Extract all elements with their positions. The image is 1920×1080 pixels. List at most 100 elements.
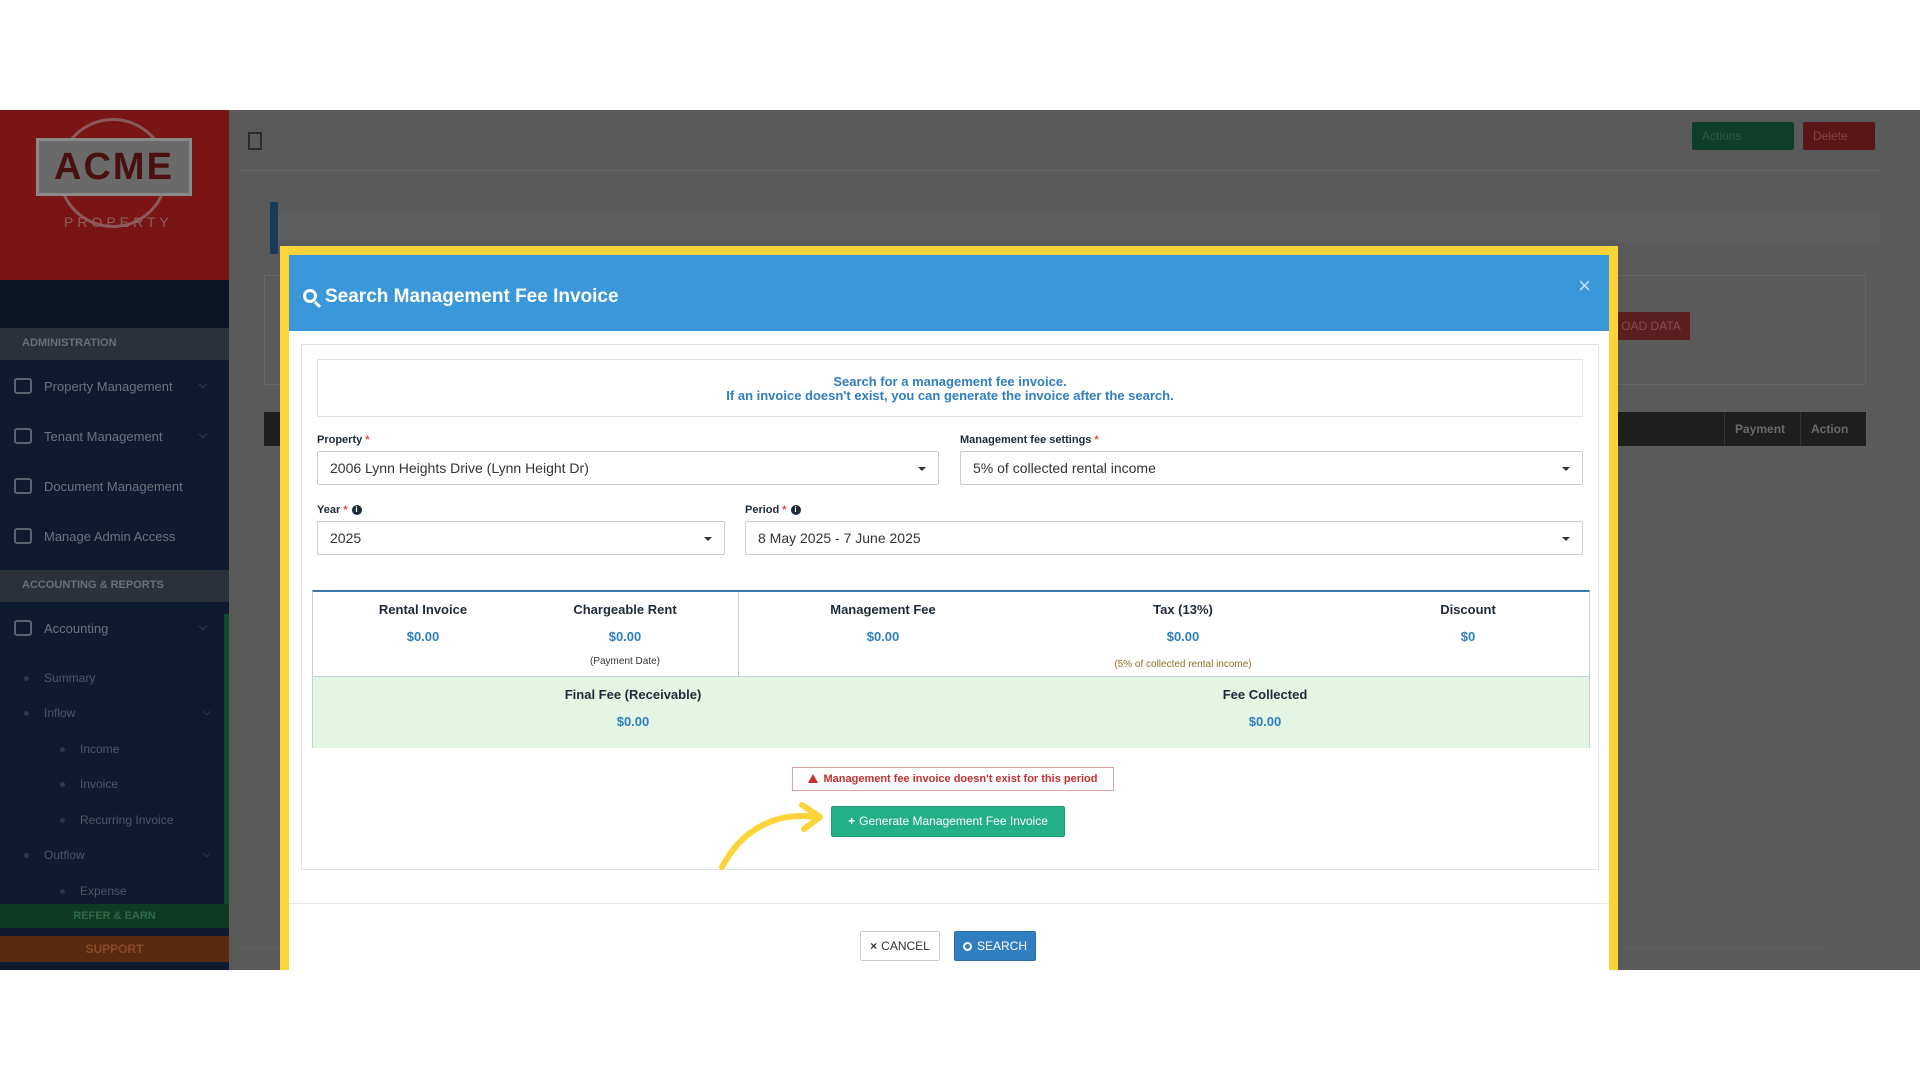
generate-invoice-button[interactable]: + Generate Management Fee Invoice xyxy=(831,806,1065,837)
info-icon[interactable]: i xyxy=(351,505,362,515)
column-header-payment: Payment xyxy=(1724,412,1800,446)
management-fee-value: $0.00 xyxy=(866,629,900,644)
discount-label: Discount xyxy=(1440,602,1496,617)
required-marker: * xyxy=(365,434,370,446)
fee-collected-label: Fee Collected xyxy=(1222,687,1308,702)
cancel-label: CANCEL xyxy=(881,939,930,953)
info-line-2: If an invoice doesn't exist, you can gen… xyxy=(726,388,1174,403)
required-marker: * xyxy=(343,504,348,516)
background-tab xyxy=(270,202,278,254)
logo-area: ACME PROPERTY xyxy=(0,110,229,280)
sidebar-item-recurring-invoice[interactable]: Recurring Invoice xyxy=(0,805,229,835)
chevron-down-icon: ⌵ xyxy=(202,848,211,860)
delete-button[interactable]: Delete xyxy=(1803,122,1875,150)
sidebar-item-document-management[interactable]: Document Management xyxy=(0,465,229,511)
refer-earn-button[interactable]: REFER & EARN xyxy=(0,904,229,928)
tax-label: Tax (13%) xyxy=(1153,602,1213,617)
column-header-action: Action xyxy=(1800,412,1866,446)
sidebar-item-label: Income xyxy=(80,742,120,756)
sidebar-item-label: Accounting xyxy=(44,621,109,636)
info-icon[interactable]: i xyxy=(790,505,801,515)
info-box: Search for a management fee invoice. If … xyxy=(317,359,1583,417)
cancel-button[interactable]: × CANCEL xyxy=(860,931,940,961)
period-select[interactable]: 8 May 2025 - 7 June 2025 xyxy=(745,521,1583,555)
final-fee-value: $0.00 xyxy=(616,714,650,729)
alert-text: Management fee invoice doesn't exist for… xyxy=(823,773,1098,785)
app-window: ACME PROPERTY ADMINISTRATION Property Ma… xyxy=(0,110,1920,970)
fee-collected-value: $0.00 xyxy=(1248,714,1282,729)
period-select-value: 8 May 2025 - 7 June 2025 xyxy=(758,530,921,546)
close-icon: × xyxy=(870,939,878,953)
tax-value: $0.00 xyxy=(1166,629,1200,644)
rental-invoice-cell: Rental Invoice $0.00 xyxy=(353,602,493,644)
sidebar-item-inflow[interactable]: Inflow ⌵ xyxy=(0,698,229,728)
summary-top-row: Rental Invoice $0.00 Chargeable Rent $0.… xyxy=(313,592,1589,676)
search-label: SEARCH xyxy=(976,939,1027,953)
plus-icon: + xyxy=(848,814,856,828)
chevron-down-icon: ⌵ xyxy=(198,429,207,441)
bullet-icon xyxy=(60,889,65,894)
logo-subtitle: PROPERTY xyxy=(64,214,173,230)
fee-basis-note: (5% of collected rental income) xyxy=(1114,659,1252,670)
sidebar-item-property-management[interactable]: Property Management ⌵ xyxy=(0,365,229,411)
sidebar-item-summary[interactable]: Summary xyxy=(0,663,229,693)
section-administration: ADMINISTRATION xyxy=(0,328,229,360)
actions-button[interactable]: Actions xyxy=(1692,122,1794,150)
sidebar-item-tenant-management[interactable]: Tenant Management ⌵ xyxy=(0,415,229,461)
money-icon xyxy=(14,620,32,636)
property-label: Property * xyxy=(317,434,370,446)
users-icon xyxy=(14,428,32,444)
modal-title-text: Search Management Fee Invoice xyxy=(325,286,619,307)
search-icon xyxy=(962,942,972,951)
sidebar-item-accounting[interactable]: Accounting ⌵ xyxy=(0,607,229,653)
sidebar-item-manage-admin-access[interactable]: Manage Admin Access xyxy=(0,515,229,561)
bullet-icon xyxy=(24,711,29,716)
sidebar-item-label: Tenant Management xyxy=(44,429,163,444)
sidebar-item-invoice[interactable]: Invoice xyxy=(0,769,229,799)
search-management-fee-modal: Search Management Fee Invoice × Search f… xyxy=(280,246,1618,970)
modal-header: Search Management Fee Invoice × xyxy=(289,255,1609,331)
final-fee-cell: Final Fee (Receivable) $0.00 xyxy=(533,687,733,729)
modal-footer-divider xyxy=(289,903,1609,904)
building-icon xyxy=(14,378,32,394)
discount-cell: Discount $0 xyxy=(1403,602,1533,644)
sidebar-item-label: Expense xyxy=(80,884,127,898)
close-icon[interactable]: × xyxy=(1578,273,1591,299)
highlight-arrow-icon xyxy=(719,802,823,870)
property-select[interactable]: 2006 Lynn Heights Drive (Lynn Height Dr) xyxy=(317,451,939,485)
rental-invoice-label: Rental Invoice xyxy=(378,602,468,617)
warning-icon xyxy=(808,774,819,783)
divider xyxy=(240,170,1880,171)
sidebar-item-income[interactable]: Income xyxy=(0,734,229,764)
fee-settings-select-value: 5% of collected rental income xyxy=(973,460,1156,476)
year-label: Year * i xyxy=(317,504,362,516)
search-form-panel: Search for a management fee invoice. If … xyxy=(301,344,1599,870)
logo: ACME xyxy=(36,138,192,196)
caret-down-icon xyxy=(1562,467,1570,471)
fee-settings-select[interactable]: 5% of collected rental income xyxy=(960,451,1583,485)
sidebar-item-label: Inflow xyxy=(44,706,76,720)
period-label: Period * i xyxy=(745,504,801,516)
caret-down-icon xyxy=(704,537,712,541)
bullet-icon xyxy=(24,676,29,681)
user-strip xyxy=(0,280,229,330)
management-fee-cell: Management Fee $0.00 xyxy=(793,602,973,644)
sidebar: ACME PROPERTY ADMINISTRATION Property Ma… xyxy=(0,110,229,970)
sidebar-item-outflow[interactable]: Outflow ⌵ xyxy=(0,840,229,870)
discount-value: $0 xyxy=(1460,629,1476,644)
rental-invoice-value: $0.00 xyxy=(406,629,440,644)
info-line-1: Search for a management fee invoice. xyxy=(833,374,1067,389)
sidebar-item-expense[interactable]: Expense xyxy=(0,876,229,906)
chargeable-rent-label: Chargeable Rent xyxy=(573,602,677,617)
caret-down-icon xyxy=(918,467,926,471)
fee-settings-label: Management fee settings * xyxy=(960,434,1099,446)
bullet-icon xyxy=(24,853,29,858)
bullet-icon xyxy=(60,818,65,823)
year-select[interactable]: 2025 xyxy=(317,521,725,555)
sidebar-item-label: Manage Admin Access xyxy=(44,529,176,544)
year-label-text: Year xyxy=(317,504,341,516)
support-button[interactable]: SUPPORT xyxy=(0,936,229,962)
year-select-value: 2025 xyxy=(330,530,362,546)
search-button[interactable]: SEARCH xyxy=(954,931,1036,961)
load-data-button[interactable]: OAD DATA xyxy=(1612,312,1690,340)
